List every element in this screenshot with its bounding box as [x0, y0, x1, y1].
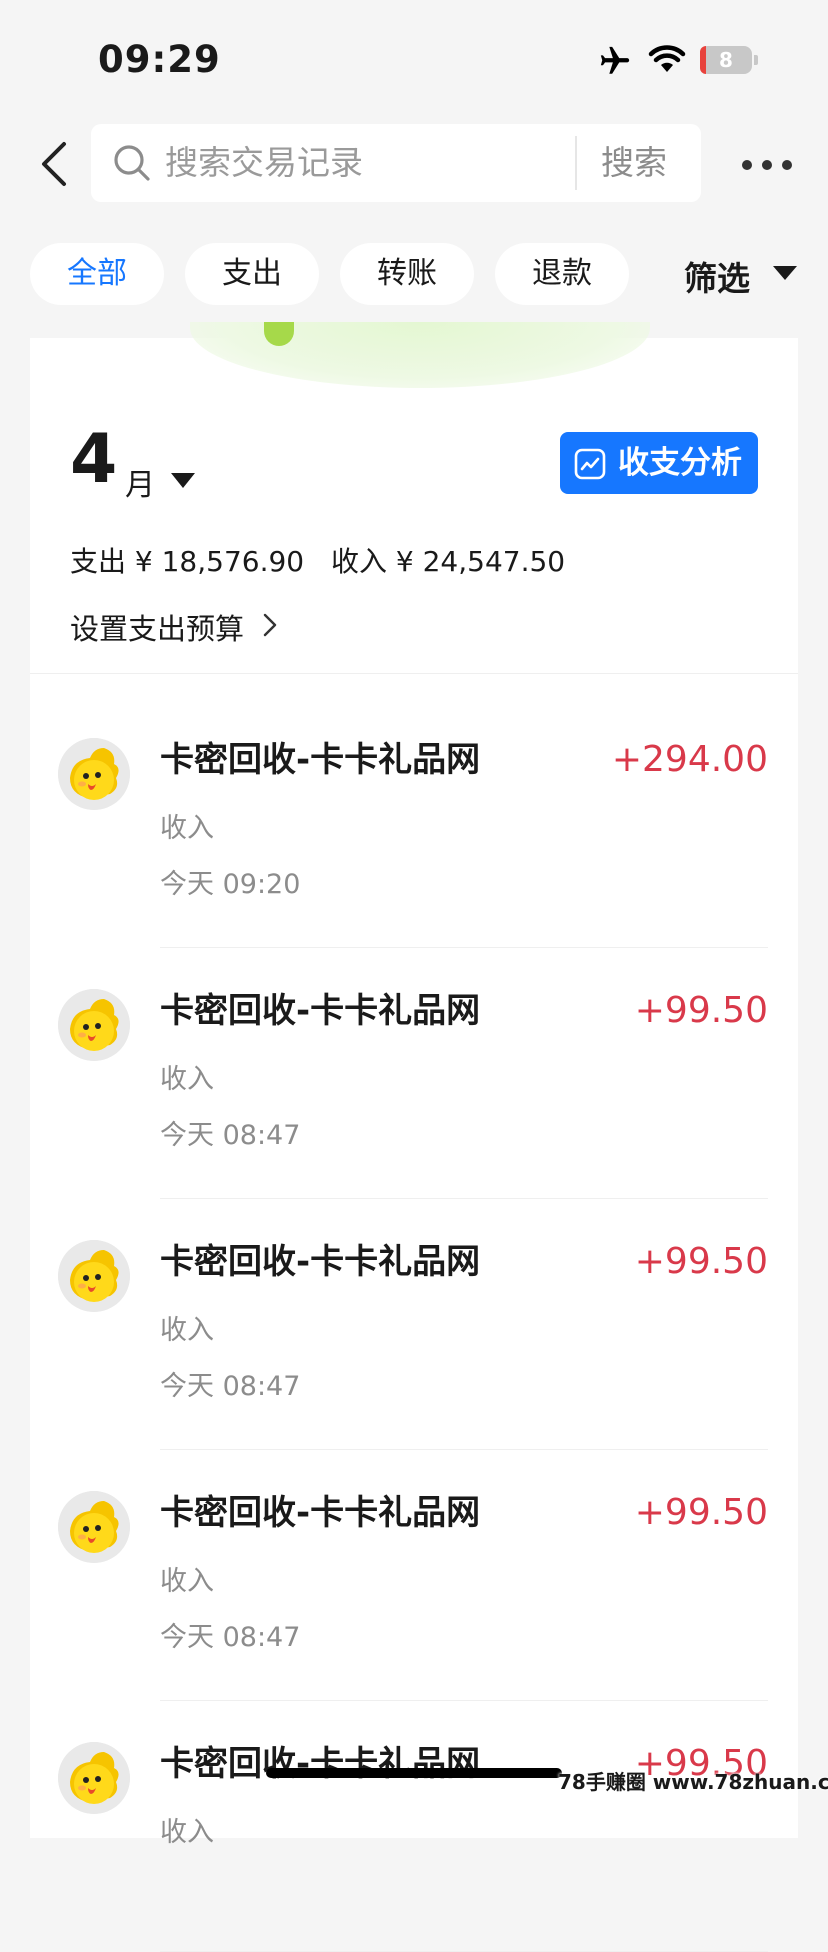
transaction-title: 卡密回收-卡卡礼品网: [160, 740, 481, 780]
filter-caret-icon[interactable]: [773, 266, 797, 280]
tab-refund[interactable]: 退款: [495, 243, 629, 305]
battery-icon: 8: [700, 46, 752, 74]
row-divider: [160, 1700, 768, 1701]
clock: 09:29: [98, 38, 221, 81]
monthly-expense: 支出 ¥ 18,576.90: [70, 545, 305, 578]
search-input[interactable]: 搜索交易记录: [165, 142, 363, 184]
transaction-type: 收入: [160, 1315, 214, 1346]
search-bar[interactable]: 搜索交易记录 搜索: [91, 124, 701, 202]
month-number[interactable]: 4: [70, 420, 117, 500]
search-divider: [575, 136, 577, 190]
row-divider: [160, 1198, 768, 1199]
transaction-row[interactable]: 卡密回收-卡卡礼品网 收入 今天 08:47 +99.50: [30, 1451, 798, 1701]
transaction-row[interactable]: 卡密回收-卡卡礼品网 收入 +99.50: [30, 1702, 798, 1952]
chevron-right-icon[interactable]: [262, 612, 278, 638]
transaction-amount: +99.50: [634, 1241, 768, 1282]
transaction-time: 今天 09:20: [160, 869, 301, 900]
transaction-title: 卡密回收-卡卡礼品网: [160, 991, 481, 1031]
transaction-type: 收入: [160, 813, 214, 844]
month-unit[interactable]: 月: [125, 460, 155, 504]
merchant-avatar: [58, 1240, 130, 1312]
merchant-avatar: [58, 738, 130, 810]
tab-all[interactable]: 全部: [30, 243, 164, 305]
transaction-row[interactable]: 卡密回收-卡卡礼品网 收入 今天 08:47 +99.50: [30, 949, 798, 1199]
more-options-icon[interactable]: [742, 160, 792, 170]
wifi-icon: [648, 45, 686, 72]
transaction-amount: +99.50: [634, 1492, 768, 1533]
search-icon: [114, 145, 150, 181]
transaction-time: 今天 08:47: [160, 1120, 301, 1151]
promo-banner[interactable]: [190, 322, 650, 388]
chick-logo-icon: [58, 1240, 130, 1312]
merchant-avatar: [58, 989, 130, 1061]
chick-logo-icon: [58, 738, 130, 810]
chick-logo-icon: [58, 1742, 130, 1814]
promo-icon: [264, 322, 294, 346]
month-dropdown-icon[interactable]: [171, 473, 195, 488]
status-bar: 09:29 8: [0, 0, 828, 110]
battery-level: 8: [719, 48, 733, 72]
transaction-type: 收入: [160, 1817, 214, 1848]
transaction-amount: +294.00: [611, 739, 768, 780]
back-arrow-icon[interactable]: [36, 140, 76, 188]
tabs-fade: [630, 240, 660, 310]
transaction-row[interactable]: 卡密回收-卡卡礼品网 收入 今天 09:20 +294.00: [30, 698, 798, 948]
card-divider: [30, 673, 798, 674]
transaction-row[interactable]: 卡密回收-卡卡礼品网 收入 今天 08:47 +99.50: [30, 1200, 798, 1450]
analysis-button-label: 收支分析: [618, 445, 742, 481]
set-budget-link[interactable]: 设置支出预算: [70, 606, 244, 648]
filter-button[interactable]: 筛选: [684, 252, 750, 300]
merchant-avatar: [58, 1742, 130, 1814]
tab-transfer[interactable]: 转账: [340, 243, 474, 305]
transaction-title: 卡密回收-卡卡礼品网: [160, 1744, 481, 1784]
transaction-amount: +99.50: [634, 990, 768, 1031]
monthly-income: 收入 ¥ 24,547.50: [331, 545, 566, 578]
watermark: 78手赚圈 www.78zhuan.com: [558, 1770, 828, 1794]
merchant-avatar: [58, 1491, 130, 1563]
transaction-time: 今天 08:47: [160, 1622, 301, 1653]
row-divider: [160, 1449, 768, 1450]
transaction-type: 收入: [160, 1566, 214, 1597]
transaction-type: 收入: [160, 1064, 214, 1095]
chick-logo-icon: [58, 989, 130, 1061]
transaction-time: 今天 08:47: [160, 1371, 301, 1402]
airplane-mode-icon: [600, 46, 630, 74]
income-expense-analysis-button[interactable]: 收支分析: [560, 432, 758, 494]
transaction-title: 卡密回收-卡卡礼品网: [160, 1242, 481, 1282]
tab-expense[interactable]: 支出: [185, 243, 319, 305]
search-button[interactable]: 搜索: [601, 142, 667, 184]
transaction-title: 卡密回收-卡卡礼品网: [160, 1493, 481, 1533]
home-indicator[interactable]: [266, 1768, 562, 1778]
battery-tip: [754, 55, 758, 65]
row-divider: [160, 947, 768, 948]
chick-logo-icon: [58, 1491, 130, 1563]
chart-icon: [574, 448, 606, 480]
